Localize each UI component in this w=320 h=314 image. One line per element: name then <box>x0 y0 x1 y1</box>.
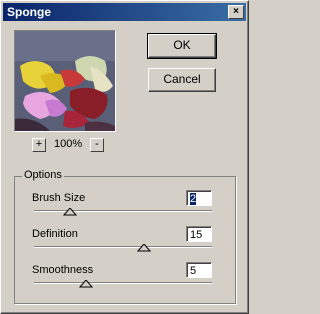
ok-button[interactable]: OK <box>147 33 217 59</box>
cancel-button[interactable]: Cancel <box>148 68 216 92</box>
smoothness-input[interactable]: 5 <box>186 262 212 278</box>
close-button[interactable]: × <box>228 5 244 19</box>
zoom-level: 100% <box>54 138 83 150</box>
zoom-out-button[interactable]: - <box>90 138 104 152</box>
smoothness-slider-thumb[interactable] <box>79 280 93 288</box>
smoothness-label: Smoothness <box>32 264 94 276</box>
options-title: Options <box>22 169 64 181</box>
brush-size-slider-thumb[interactable] <box>63 208 77 216</box>
close-icon: × <box>233 6 239 17</box>
brush-size-label: Brush Size <box>32 192 86 204</box>
window-title: Sponge <box>7 5 51 19</box>
minus-icon: - <box>95 138 99 150</box>
definition-label: Definition <box>32 228 78 240</box>
brush-size-slider-track[interactable] <box>34 210 212 212</box>
preview-image[interactable] <box>14 30 116 132</box>
definition-slider-thumb[interactable] <box>137 244 151 252</box>
definition-input[interactable]: 15 <box>186 226 212 242</box>
brush-size-input[interactable]: 2 <box>186 190 212 206</box>
title-bar[interactable]: Sponge × <box>3 3 246 21</box>
definition-slider-track[interactable] <box>34 246 212 248</box>
smoothness-slider-track[interactable] <box>34 282 212 284</box>
zoom-in-button[interactable]: + <box>32 138 46 152</box>
plus-icon: + <box>35 138 43 150</box>
